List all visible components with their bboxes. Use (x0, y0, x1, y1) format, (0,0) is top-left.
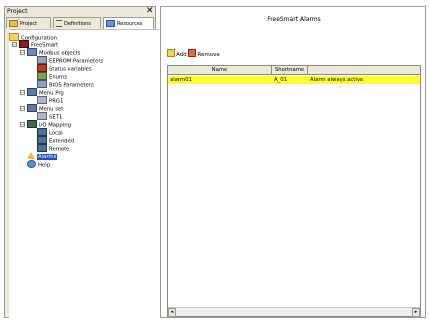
scroll-left-icon[interactable]: ◂ (168, 308, 176, 317)
project-tree: Configuration − FreeSmart − Modbus objec… (9, 29, 159, 323)
folder-icon (9, 33, 19, 41)
page-icon (37, 112, 47, 120)
table-header: Name Shortname (168, 66, 420, 75)
panel-tabs: Project Definitions Resources (6, 17, 155, 29)
modbus-icon (27, 48, 37, 56)
tree-item-menu-set[interactable]: Menu set (27, 104, 63, 113)
column-header-description[interactable] (308, 66, 420, 75)
bios-icon (37, 80, 47, 88)
column-header-name[interactable]: Name (168, 66, 272, 75)
project-icon (9, 20, 18, 27)
page-title: FreeSmart Alarms (267, 16, 321, 23)
tree-item-remote[interactable]: Remote (37, 144, 69, 153)
page-icon (37, 96, 47, 104)
expand-menu-set-icon[interactable]: − (20, 106, 25, 111)
tree-item-freesmart[interactable]: FreeSmart (19, 40, 58, 49)
menu-icon (27, 104, 37, 112)
cell-name: alarm01 (170, 77, 192, 83)
io-port-icon (37, 136, 47, 144)
alarms-table: Name Shortname alarm01 A_01 Alarm always… (167, 65, 421, 317)
table-row[interactable]: alarm01 A_01 Alarm always active (168, 76, 420, 84)
tree-item-alarms[interactable]: Alarms (27, 152, 58, 160)
add-alarm-button[interactable]: Add (167, 49, 187, 58)
horizontal-scrollbar[interactable]: ◂ ▸ (168, 307, 420, 317)
tree-item-local[interactable]: Local (37, 128, 63, 137)
project-panel-title: Project (7, 8, 28, 15)
definitions-icon (56, 20, 62, 27)
tree-item-modbus-objects[interactable]: Modbus objects (27, 48, 80, 57)
tree-item-help[interactable]: Help (27, 160, 50, 169)
alarms-toolbar: Add Remove (167, 49, 220, 58)
tree-item-menu-prg[interactable]: Menu Prg (27, 88, 64, 97)
cell-shortname: A_01 (274, 77, 288, 83)
tree-item-enums[interactable]: Enums (37, 72, 67, 81)
io-port-icon (37, 144, 47, 152)
io-icon (27, 120, 37, 128)
column-header-shortname[interactable]: Shortname (272, 66, 308, 75)
close-panel-icon[interactable]: ✕ (146, 6, 154, 16)
tab-project[interactable]: Project (6, 17, 51, 28)
menu-icon (27, 88, 37, 96)
add-icon (167, 49, 175, 57)
device-icon (19, 40, 29, 48)
io-port-icon (37, 128, 47, 136)
tree-item-status-variables[interactable]: Status variables (37, 64, 92, 73)
help-icon (27, 160, 36, 168)
tree-item-eeprom-parameters[interactable]: EEPROM Parameters (37, 56, 103, 65)
tab-resources[interactable]: Resources (103, 17, 154, 29)
remove-icon (188, 49, 197, 57)
expand-modbus-icon[interactable]: − (20, 50, 25, 55)
parameters-icon (37, 56, 47, 64)
expand-menu-prg-icon[interactable]: − (20, 90, 25, 95)
expand-io-mapping-icon[interactable]: − (20, 122, 25, 127)
project-panel: Project ✕ Project Definitions Resources … (4, 6, 159, 323)
tree-item-set1[interactable]: SET1 (37, 112, 62, 121)
cell-description: Alarm always active (310, 77, 364, 83)
tree-item-bios-parameters[interactable]: BIOS Parameters (37, 80, 94, 89)
alarm-warning-icon (27, 152, 35, 159)
tree-item-io-mapping[interactable]: I/O Mapping (27, 120, 71, 129)
alarms-panel: FreeSmart Alarms Add Remove Name Shortna… (160, 6, 426, 318)
tree-item-extended[interactable]: Extended (37, 136, 74, 145)
remove-alarm-button[interactable]: Remove (188, 49, 220, 58)
resources-icon (106, 20, 115, 27)
enums-icon (37, 72, 47, 80)
expand-freesmart-icon[interactable]: − (12, 42, 17, 47)
tab-definitions[interactable]: Definitions (53, 17, 101, 28)
variables-icon (37, 64, 47, 72)
scroll-right-icon[interactable]: ▸ (412, 308, 420, 317)
tree-item-prg1[interactable]: PRG1 (37, 96, 63, 105)
